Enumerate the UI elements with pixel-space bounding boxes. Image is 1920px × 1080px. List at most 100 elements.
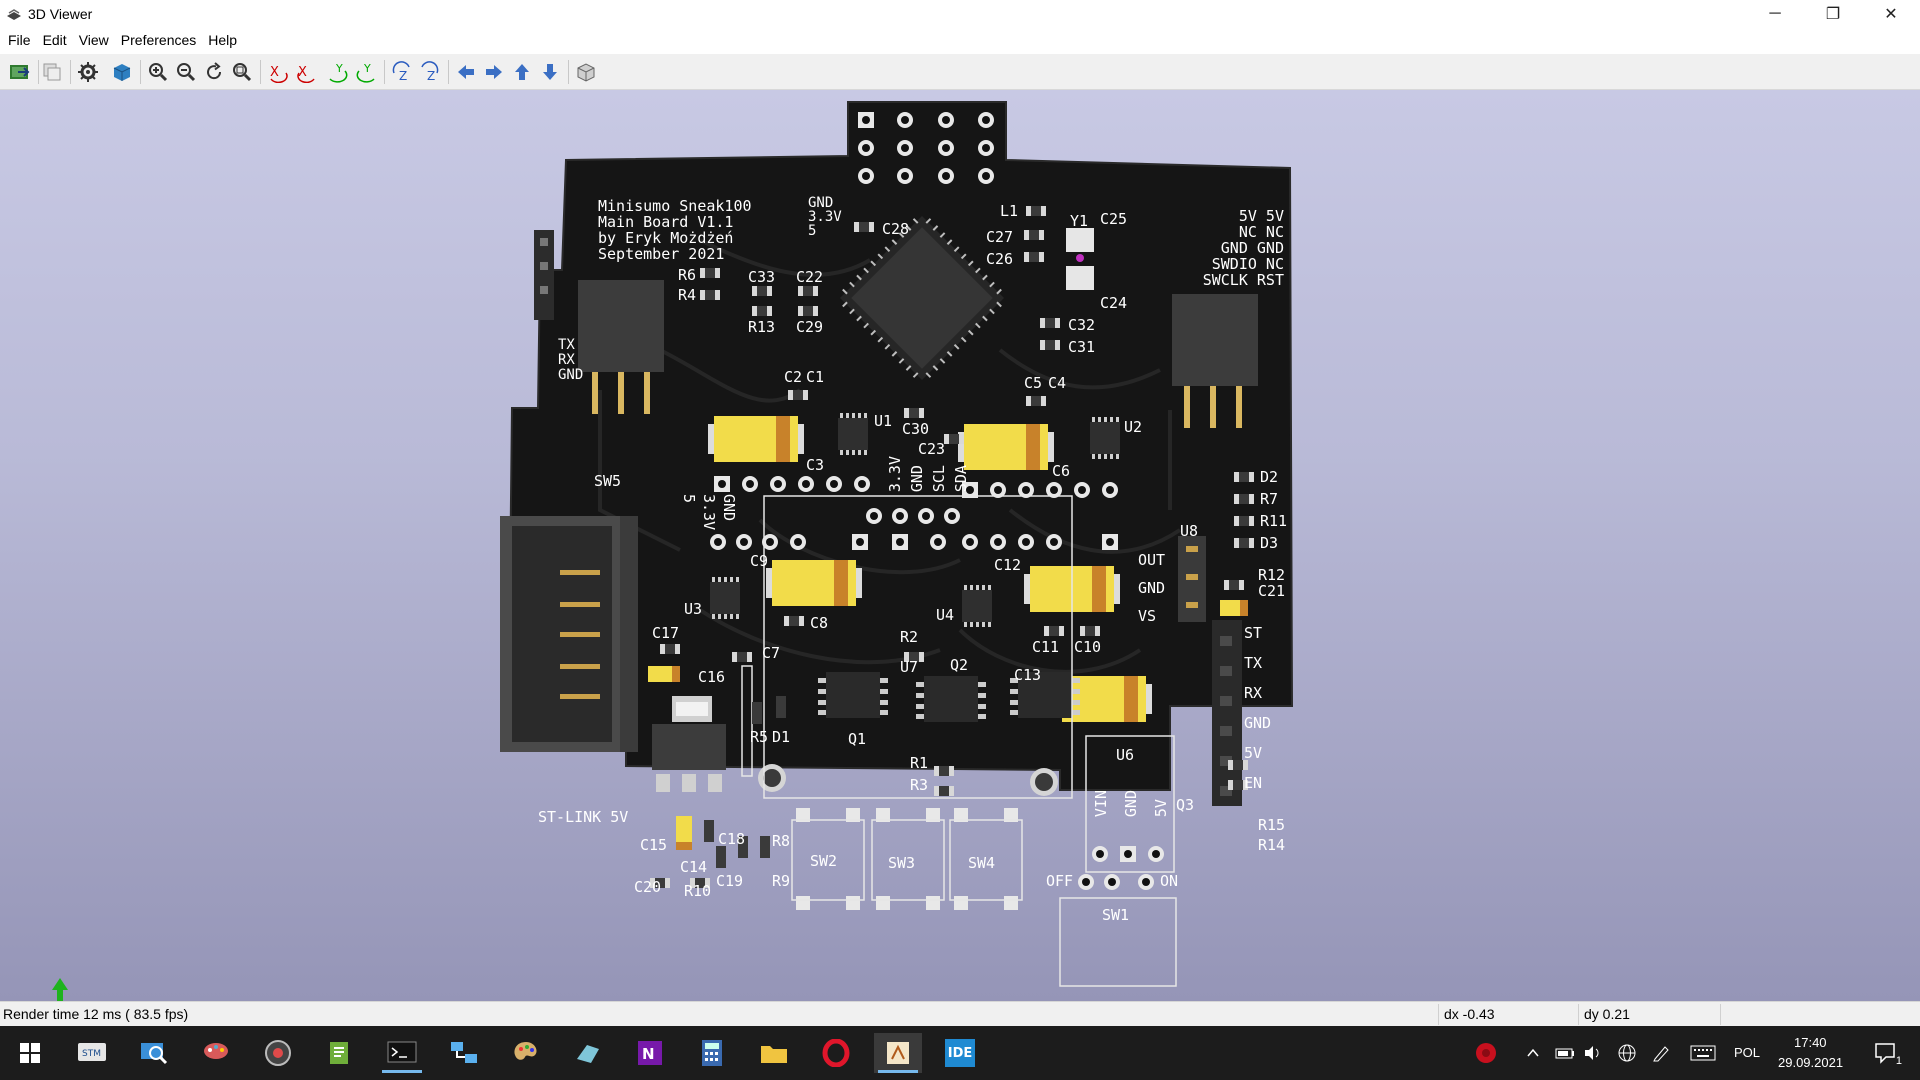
opera-icon[interactable] bbox=[812, 1033, 860, 1073]
palette-icon[interactable] bbox=[502, 1033, 550, 1073]
label: ST bbox=[1244, 624, 1263, 642]
terminal-icon[interactable] bbox=[378, 1033, 426, 1073]
battery-icon[interactable] bbox=[1550, 1033, 1580, 1073]
power-labels-top: GND 3.3V 5 bbox=[808, 196, 842, 238]
refdes: D1 bbox=[772, 728, 791, 746]
antivirus-tray-icon[interactable] bbox=[1466, 1033, 1506, 1073]
pen-icon[interactable] bbox=[1646, 1033, 1676, 1073]
eraser-icon[interactable] bbox=[564, 1033, 612, 1073]
render-options-icon[interactable] bbox=[74, 58, 102, 86]
label: VS bbox=[1138, 607, 1157, 625]
keyboard-icon[interactable] bbox=[1686, 1033, 1720, 1073]
volume-icon[interactable] bbox=[1578, 1033, 1608, 1073]
media-icon[interactable] bbox=[254, 1033, 302, 1073]
kicad-icon[interactable] bbox=[874, 1033, 922, 1073]
refdes: R9 bbox=[772, 872, 791, 890]
clock-date[interactable]: 29.09.2021 bbox=[1778, 1055, 1843, 1070]
copy-image-icon[interactable] bbox=[38, 58, 66, 86]
refdes: R7 bbox=[1260, 490, 1279, 508]
maximize-button[interactable]: ❐ bbox=[1804, 0, 1862, 28]
menu-file[interactable]: File bbox=[2, 29, 37, 51]
onenote-icon[interactable]: N bbox=[626, 1033, 674, 1073]
refdes: C14 bbox=[680, 858, 708, 876]
menu-edit[interactable]: Edit bbox=[37, 29, 73, 51]
rotate-x-ccw-icon[interactable]: X bbox=[292, 58, 320, 86]
3d-viewport[interactable]: Minisumo Sneak100 Main Board V1.1 by Ery… bbox=[0, 90, 1920, 1001]
menu-help[interactable]: Help bbox=[202, 29, 243, 51]
move-up-icon[interactable] bbox=[508, 58, 536, 86]
refdes: C29 bbox=[796, 318, 824, 336]
label: GND bbox=[1138, 579, 1166, 597]
label: 3.3V bbox=[886, 456, 904, 493]
refdes: SW1 bbox=[1102, 906, 1130, 924]
ide-label: IDE bbox=[945, 1039, 975, 1067]
move-right-icon[interactable] bbox=[480, 58, 508, 86]
kicad-3d-viewer-app-icon bbox=[6, 6, 22, 22]
svg-text:Y: Y bbox=[335, 62, 343, 75]
close-button[interactable]: ✕ bbox=[1862, 0, 1920, 28]
refdes: C8 bbox=[810, 614, 829, 632]
label: GND bbox=[908, 465, 926, 493]
refdes: U2 bbox=[1124, 418, 1143, 436]
language-indicator[interactable]: POL bbox=[1734, 1045, 1760, 1060]
chevron-up-icon[interactable] bbox=[1518, 1033, 1548, 1073]
refdes: Y1 bbox=[1070, 212, 1089, 230]
search-icon[interactable] bbox=[130, 1033, 178, 1073]
globe-icon[interactable] bbox=[1612, 1033, 1642, 1073]
rotate-x-cw-icon[interactable]: X bbox=[264, 58, 292, 86]
clock-time[interactable]: 17:40 bbox=[1794, 1035, 1827, 1050]
refdes: C33 bbox=[748, 268, 776, 286]
menu-preferences[interactable]: Preferences bbox=[115, 29, 202, 51]
ide-icon[interactable]: IDE bbox=[936, 1033, 984, 1073]
connector-labels: ST TX RX GND 5V EN bbox=[1244, 618, 1271, 798]
refdes: C2 bbox=[784, 368, 803, 386]
rotate-z-cw-icon[interactable]: Z bbox=[388, 58, 416, 86]
zoom-out-icon[interactable] bbox=[172, 58, 200, 86]
calculator-icon[interactable] bbox=[688, 1033, 736, 1073]
refdes: C30 bbox=[902, 420, 930, 438]
notification-icon[interactable]: 1 bbox=[1866, 1033, 1906, 1073]
label: SWDIO NC bbox=[1211, 255, 1284, 273]
stm32cube-icon[interactable]: STM bbox=[68, 1033, 116, 1073]
label: GND bbox=[1122, 790, 1140, 818]
minimize-button[interactable]: ─ bbox=[1746, 0, 1804, 28]
rotate-y-ccw-icon[interactable]: Y bbox=[352, 58, 380, 86]
label: 5V bbox=[1244, 744, 1263, 762]
label: SWCLK RST bbox=[1202, 271, 1284, 289]
refdes: R10 bbox=[684, 882, 712, 900]
rotate-z-ccw-icon[interactable]: Z bbox=[416, 58, 444, 86]
label: 3.3V bbox=[700, 494, 718, 531]
refdes: R2 bbox=[900, 628, 919, 646]
move-left-icon[interactable] bbox=[452, 58, 480, 86]
zoom-in-icon[interactable] bbox=[144, 58, 172, 86]
rotate-y-cw-icon[interactable]: Y bbox=[324, 58, 352, 86]
label: TX bbox=[1244, 654, 1263, 672]
paint-icon[interactable] bbox=[192, 1033, 240, 1073]
network-icon[interactable] bbox=[440, 1033, 488, 1073]
refdes: SW3 bbox=[888, 854, 916, 872]
zoom-fit-icon[interactable] bbox=[228, 58, 256, 86]
sensor-labels: OUT GND VS bbox=[1138, 546, 1165, 630]
reload-board-icon[interactable] bbox=[6, 58, 34, 86]
windows-start-icon[interactable] bbox=[6, 1033, 54, 1073]
label: OUT bbox=[1138, 551, 1166, 569]
refdes: R13 bbox=[748, 318, 776, 336]
folder-icon[interactable] bbox=[750, 1033, 798, 1073]
move-down-icon[interactable] bbox=[536, 58, 564, 86]
orthographic-icon[interactable] bbox=[572, 58, 600, 86]
refdes: C5 bbox=[1024, 374, 1043, 392]
menu-view[interactable]: View bbox=[73, 29, 115, 51]
i2c-labels: 3.3V GND SCL SDA bbox=[886, 456, 970, 492]
refdes: D3 bbox=[1260, 534, 1279, 552]
refdes: C25 bbox=[1100, 210, 1128, 228]
dx-readout: dx -0.43 bbox=[1444, 1006, 1495, 1022]
label: TX bbox=[558, 337, 575, 353]
svg-text:N: N bbox=[642, 1045, 655, 1063]
swd-labels: 5V 5V NC NC GND GND SWDIO NC SWCLK RST bbox=[1192, 208, 1284, 288]
raytracing-icon[interactable] bbox=[108, 58, 136, 86]
refdes: C15 bbox=[640, 836, 668, 854]
menu-bar: File Edit View Preferences Help bbox=[0, 28, 1920, 52]
notepad-icon[interactable] bbox=[316, 1033, 364, 1073]
label: 5V bbox=[1152, 799, 1170, 818]
redraw-icon[interactable] bbox=[200, 58, 228, 86]
